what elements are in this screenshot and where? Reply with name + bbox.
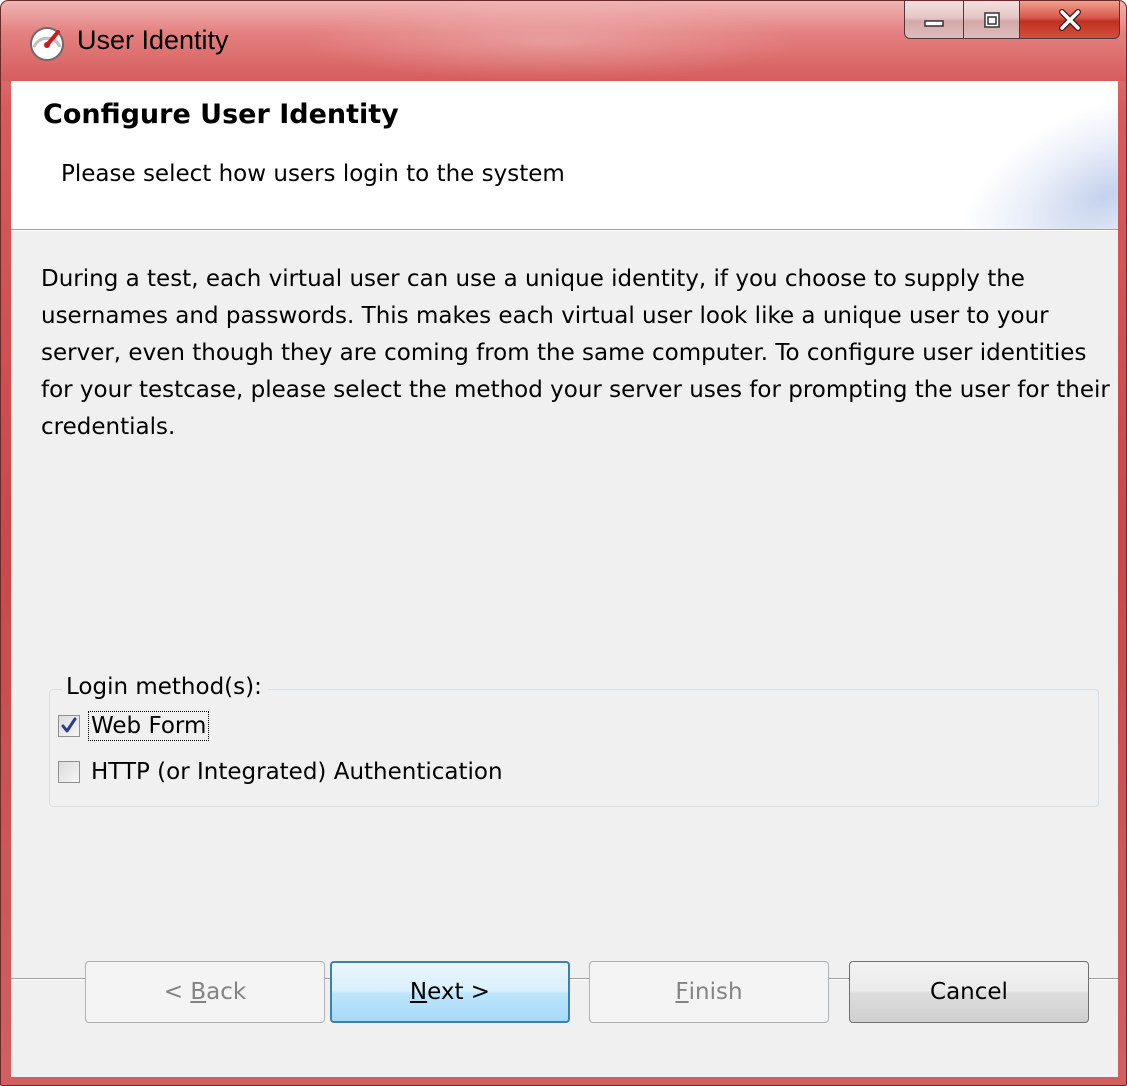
maximize-icon <box>983 11 1000 28</box>
window-controls <box>904 1 1120 41</box>
next-button[interactable]: Next > <box>330 961 570 1023</box>
title-bar[interactable]: User Identity <box>1 1 1126 81</box>
finish-button-mnemonic: F <box>675 979 689 1005</box>
window-title: User Identity <box>77 25 229 55</box>
finish-button-rest: inish <box>688 979 743 1005</box>
wizard-header: Configure User Identity Please select ho… <box>11 81 1118 229</box>
next-button-mnemonic: N <box>409 979 428 1005</box>
dialog-window: User Identity Configure User Identity Pl… <box>0 0 1127 1086</box>
http-auth-checkbox[interactable] <box>58 761 80 783</box>
next-button-rest: ext > <box>427 979 491 1005</box>
dialog-client-area: Configure User Identity Please select ho… <box>11 81 1118 1077</box>
back-button-prefix: < <box>163 979 191 1005</box>
login-methods-group: Login method(s): Web Form HTTP (or Integ… <box>49 674 1099 807</box>
header-separator <box>11 229 1118 231</box>
page-title: Configure User Identity <box>43 99 399 130</box>
web-form-checkbox[interactable] <box>58 715 80 737</box>
back-button-rest: ack <box>206 979 247 1005</box>
http-auth-option[interactable]: HTTP (or Integrated) Authentication <box>58 752 505 792</box>
web-form-label[interactable]: Web Form <box>87 711 210 741</box>
back-button[interactable]: < Back <box>85 961 325 1023</box>
page-subtitle: Please select how users login to the sys… <box>61 161 565 187</box>
http-auth-label[interactable]: HTTP (or Integrated) Authentication <box>89 758 505 786</box>
close-icon <box>1058 8 1081 31</box>
checkmark-icon <box>61 717 77 733</box>
minimize-button[interactable] <box>904 1 964 39</box>
back-button-mnemonic: B <box>190 979 207 1005</box>
description-text: During a test, each virtual user can use… <box>41 266 1110 440</box>
maximize-button[interactable] <box>964 1 1020 39</box>
finish-button[interactable]: Finish <box>589 961 829 1023</box>
web-form-option[interactable]: Web Form <box>58 706 210 746</box>
minimize-icon <box>924 19 944 27</box>
cancel-button[interactable]: Cancel <box>849 961 1089 1023</box>
login-methods-legend: Login method(s): <box>62 674 268 700</box>
speedometer-app-icon <box>30 27 64 61</box>
close-button[interactable] <box>1020 1 1120 39</box>
